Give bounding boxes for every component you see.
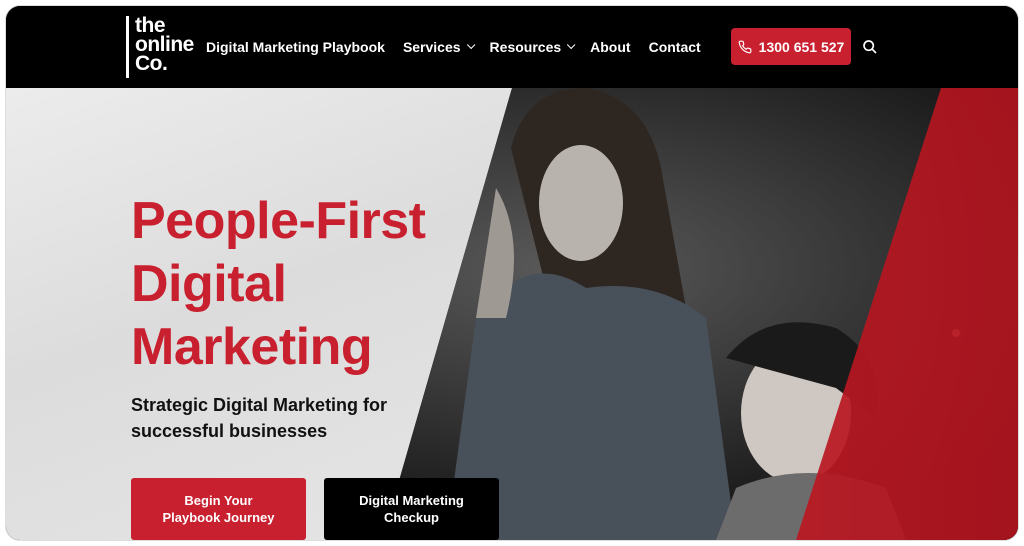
search-icon[interactable] xyxy=(862,39,878,55)
nav-label-about: About xyxy=(590,39,631,55)
headline-line-3: Marketing xyxy=(131,318,373,376)
hero-headline: People-First Digital Marketing xyxy=(131,190,426,379)
nav-label-contact: Contact xyxy=(648,39,701,55)
nav-item-resources[interactable]: Resources xyxy=(489,39,576,55)
subtitle-line-1: Strategic Digital Marketing for xyxy=(131,395,388,415)
nav-item-playbook[interactable]: Digital Marketing Playbook xyxy=(206,39,385,55)
cta-primary-line-1: Begin Your xyxy=(184,493,253,508)
nav-item-services[interactable]: Services xyxy=(402,39,475,55)
phone-icon xyxy=(738,40,752,53)
site-header: the online Co. Digital Marketing Playboo… xyxy=(6,6,1018,88)
hero-section: People-First Digital Marketing Strategic… xyxy=(6,88,1018,540)
chevron-down-icon xyxy=(466,40,475,50)
begin-playbook-button[interactable]: Begin Your Playbook Journey xyxy=(131,478,306,540)
cta-secondary-line-2: Checkup xyxy=(384,510,439,525)
subtitle-line-2: successful businesses xyxy=(131,421,328,441)
phone-button[interactable]: 1300 651 527 xyxy=(731,28,851,65)
logo-line-co: Co. xyxy=(135,52,168,75)
nav-label-services: Services xyxy=(402,39,461,55)
cta-primary-line-2: Playbook Journey xyxy=(162,510,275,525)
chevron-down-icon xyxy=(567,40,576,50)
main-nav: Digital Marketing Playbook Services Reso… xyxy=(206,6,719,88)
site-logo[interactable]: the online Co. xyxy=(126,15,204,78)
phone-number: 1300 651 527 xyxy=(758,38,845,55)
cta-secondary-line-1: Digital Marketing xyxy=(359,493,464,508)
nav-label-resources: Resources xyxy=(489,39,562,55)
hero-subtitle: Strategic Digital Marketing for successf… xyxy=(131,392,431,444)
nav-item-about[interactable]: About xyxy=(590,39,630,55)
marketing-checkup-button[interactable]: Digital Marketing Checkup xyxy=(324,478,499,540)
browser-frame: the online Co. Digital Marketing Playboo… xyxy=(6,6,1018,540)
nav-item-contact[interactable]: Contact xyxy=(649,39,701,55)
nav-label-playbook: Digital Marketing Playbook xyxy=(206,39,385,55)
headline-line-2: Digital xyxy=(131,255,287,313)
headline-line-1: People-First xyxy=(131,192,426,250)
